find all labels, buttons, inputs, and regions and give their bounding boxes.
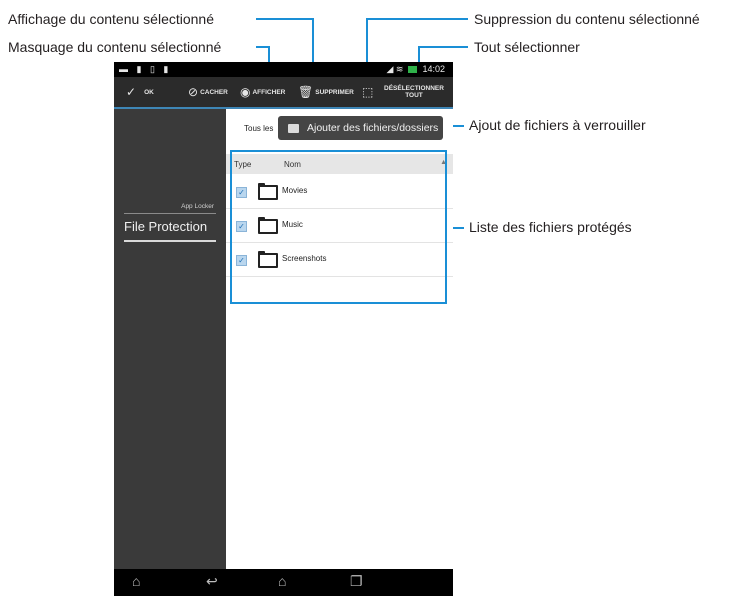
add-files-button[interactable]: Ajouter des fichiers/dossiers <box>278 116 443 140</box>
deselect-label-1: DÉSÉLECTIONNER <box>384 85 444 92</box>
callout-affichage: Affichage du contenu sélectionné <box>8 11 215 27</box>
callout-tout-selectionner: Tout sélectionner <box>474 39 580 55</box>
home-icon[interactable]: ⌂ <box>132 573 140 589</box>
status-bar: ▬ ▮ ▯ ▮ ◢ ≋ 14:02 <box>114 62 453 77</box>
filter-label: Tous les <box>244 124 274 133</box>
notification-icons: ▬ ▮ ▯ ▮ <box>119 64 172 74</box>
supprimer-label: SUPPRIMER <box>315 88 354 96</box>
afficher-button[interactable]: ◉ AFFICHER <box>240 77 285 107</box>
plus-box-icon <box>288 123 299 133</box>
callout-liste: Liste des fichiers protégés <box>469 219 632 235</box>
battery-icon <box>407 66 417 73</box>
sidebar-section-label: App Locker <box>181 203 214 210</box>
eye-icon: ◉ <box>240 85 251 99</box>
ok-label: OK <box>144 88 154 96</box>
select-button[interactable]: ⬚ <box>362 77 375 107</box>
clock: 14:02 <box>422 64 445 74</box>
callout-line <box>418 46 468 48</box>
check-icon: ✓ <box>126 85 137 99</box>
callout-line <box>256 18 314 20</box>
callout-line <box>366 18 468 20</box>
ok-button[interactable]: ✓ OK <box>126 77 154 107</box>
home-icon[interactable]: ⌂ <box>278 573 286 589</box>
sidebar: App Locker File Protection <box>114 109 226 569</box>
recent-apps-icon[interactable]: ❐ <box>350 573 363 590</box>
callout-masquage: Masquage du contenu sélectionné <box>8 39 222 55</box>
add-files-label: Ajouter des fichiers/dossiers <box>307 122 439 134</box>
callout-suppression: Suppression du contenu sélectionné <box>474 11 700 27</box>
trash-icon: 🗑 <box>298 85 314 99</box>
callout-ajout: Ajout de fichiers à verrouiller <box>469 117 646 133</box>
cacher-label: CACHER <box>200 88 228 96</box>
signal-icon: ◢ ≋ <box>386 64 404 74</box>
protected-list-highlight <box>230 150 447 304</box>
deselect-label-2: TOUT <box>405 92 423 99</box>
supprimer-button[interactable]: 🗑 SUPPRIMER <box>298 77 354 107</box>
status-right: ◢ ≋ 14:02 <box>386 64 445 75</box>
select-cursor-icon: ⬚ <box>362 85 374 99</box>
tablet-screen: ▬ ▮ ▯ ▮ ◢ ≋ 14:02 ✓ OK ⊘ CACHER ◉ AFFICH… <box>114 62 453 596</box>
eye-slash-icon: ⊘ <box>188 85 199 99</box>
deselect-all-button[interactable]: DÉSÉLECTIONNER TOUT <box>382 77 446 107</box>
divider <box>124 213 216 214</box>
cacher-button[interactable]: ⊘ CACHER <box>188 77 228 107</box>
afficher-label: AFFICHER <box>252 88 286 96</box>
navigation-bar: ⌂ ↩ ⌂ ❐ <box>114 569 453 596</box>
selected-indicator <box>124 240 216 242</box>
back-icon[interactable]: ↩ <box>206 573 218 590</box>
action-bar: ✓ OK ⊘ CACHER ◉ AFFICHER 🗑 SUPPRIMER ⬚ D… <box>114 77 453 109</box>
sidebar-item-file-protection[interactable]: File Protection <box>124 219 207 234</box>
